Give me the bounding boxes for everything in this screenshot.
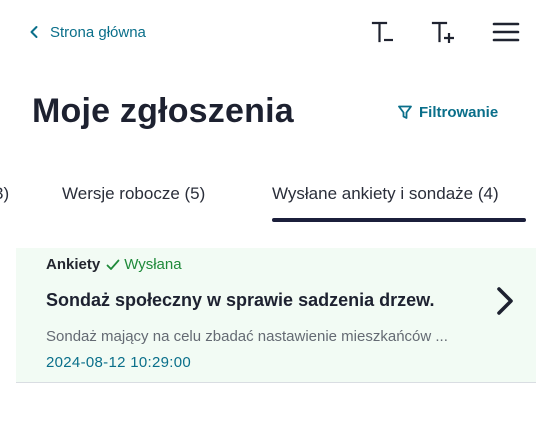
hamburger-menu-icon bbox=[492, 22, 520, 42]
text-increase-icon bbox=[431, 21, 454, 43]
filter-icon bbox=[398, 105, 412, 119]
tab-previous[interactable]: 3) bbox=[0, 184, 9, 204]
back-link-label: Strona główna bbox=[50, 23, 146, 41]
card-meta: Ankiety Wysłana bbox=[46, 256, 182, 273]
tab-bar: 3) Wersje robocze (5) Wysłane ankiety i … bbox=[0, 172, 551, 228]
top-bar: Strona główna bbox=[0, 0, 551, 64]
card-description: Sondaż mający na celu zbadać nastawienie… bbox=[46, 328, 448, 345]
tab-drafts[interactable]: Wersje robocze (5) bbox=[62, 184, 205, 204]
card-title[interactable]: Sondaż społeczny w sprawie sadzenia drze… bbox=[46, 290, 434, 311]
back-link[interactable]: Strona główna bbox=[28, 20, 146, 44]
status-badge: Wysłana bbox=[106, 256, 182, 273]
card-date: 2024-08-12 10:29:00 bbox=[46, 354, 191, 371]
status-label: Wysłana bbox=[124, 256, 182, 273]
submission-card[interactable]: Ankiety Wysłana Sondaż społeczny w spraw… bbox=[16, 248, 536, 383]
tab-sent-surveys[interactable]: Wysłane ankiety i sondaże (4) bbox=[272, 184, 499, 204]
checkmark-icon bbox=[106, 259, 120, 270]
chevron-right-icon[interactable] bbox=[494, 286, 516, 316]
card-category: Ankiety bbox=[46, 256, 101, 273]
decrease-text-size-button[interactable] bbox=[370, 18, 398, 46]
menu-button[interactable] bbox=[492, 18, 520, 46]
page-title: Moje zgłoszenia bbox=[32, 92, 294, 130]
increase-text-size-button[interactable] bbox=[430, 18, 458, 46]
text-decrease-icon bbox=[371, 21, 393, 43]
filter-button[interactable]: Filtrowanie bbox=[398, 104, 498, 121]
active-tab-indicator bbox=[272, 218, 526, 222]
filter-button-label: Filtrowanie bbox=[419, 104, 499, 121]
chevron-left-icon bbox=[30, 26, 38, 38]
